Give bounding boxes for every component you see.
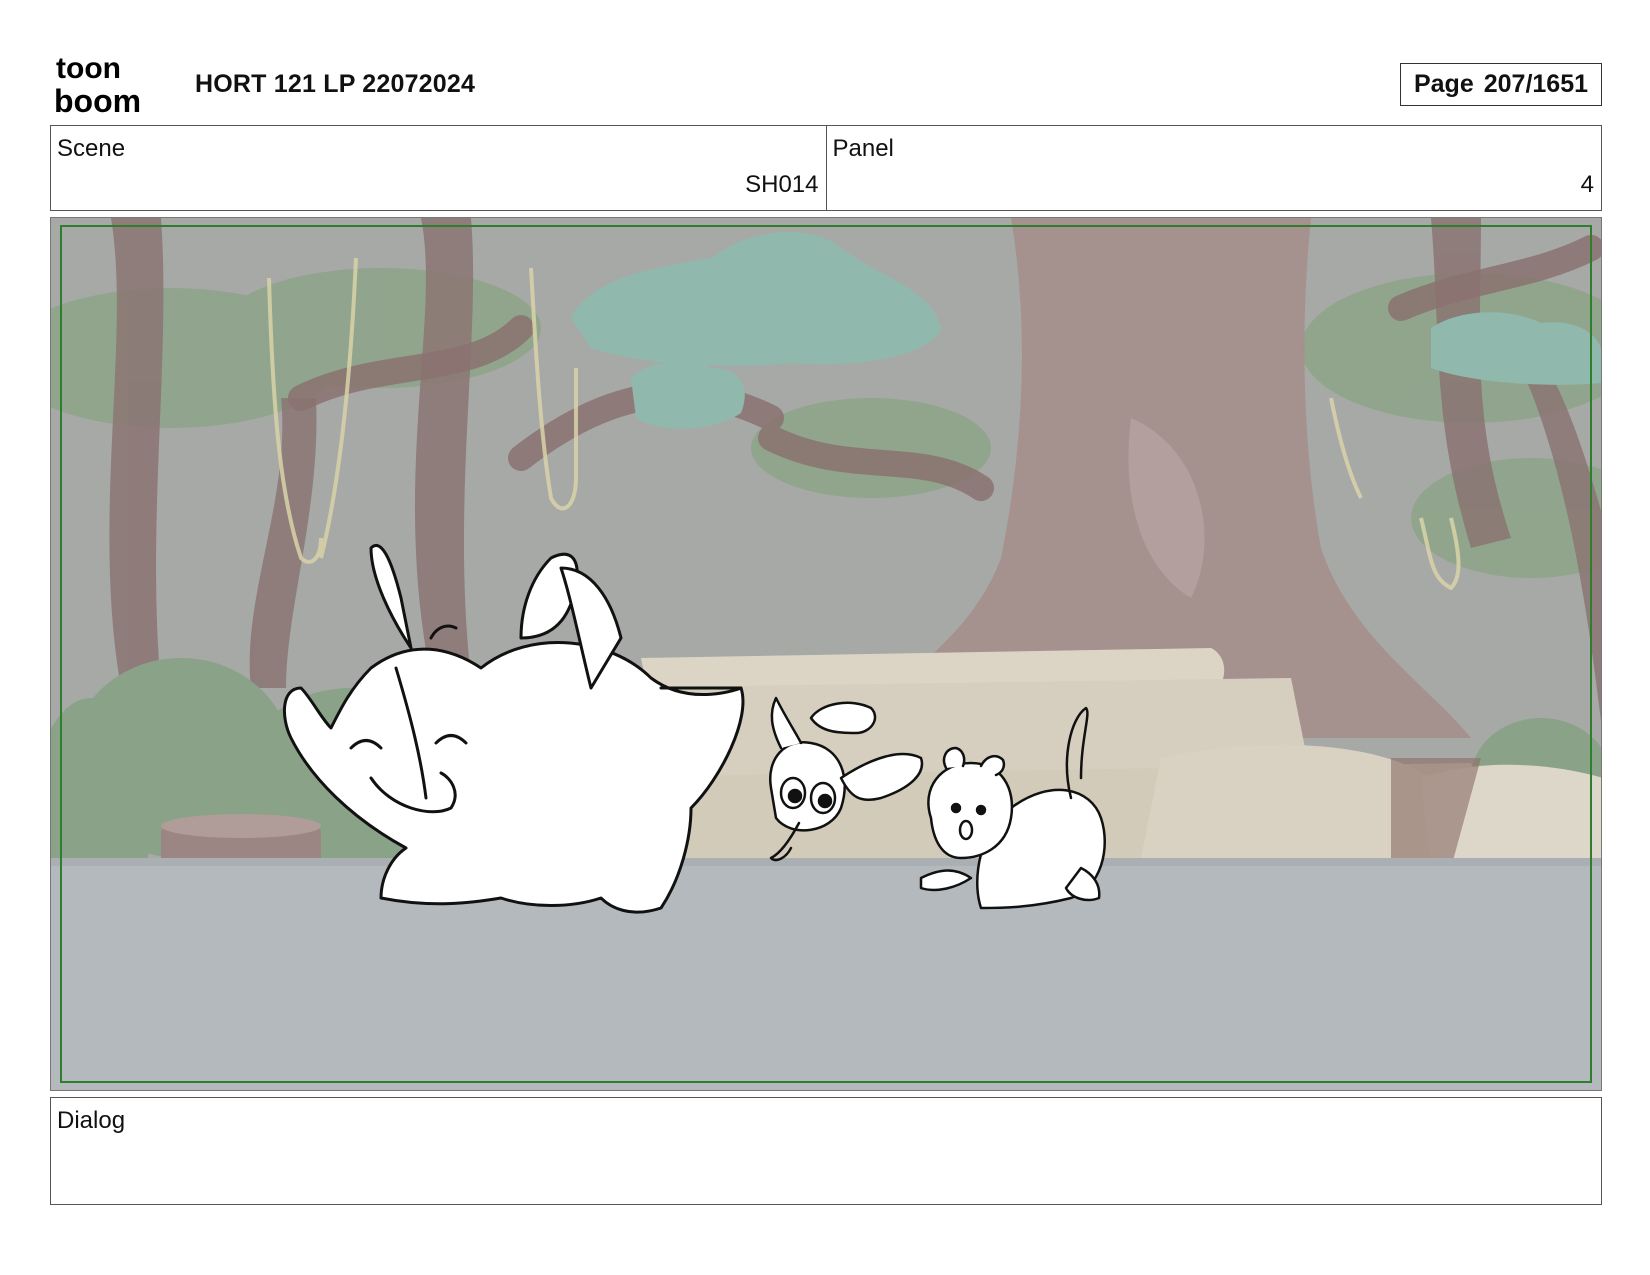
panel-artwork: [51, 218, 1601, 1090]
scene-label: Scene: [57, 135, 126, 162]
logo-text-bottom: boom: [54, 83, 141, 116]
scene-value: SH014: [745, 171, 819, 198]
toonboom-logo: toon boom: [54, 52, 141, 116]
dialog-box: Dialog: [50, 1097, 1602, 1205]
panel-label: Panel: [832, 135, 894, 162]
panel-value: 4: [1580, 171, 1594, 198]
dialog-label: Dialog: [57, 1107, 126, 1134]
document-title: HORT 121 LP 22072024: [195, 70, 476, 98]
storyboard-panel: [50, 217, 1602, 1091]
logo-text-top: toon: [56, 52, 121, 85]
page-indicator: Page 207/1651: [1400, 63, 1602, 106]
scene-panel-row: Scene SH014 Panel 4: [50, 125, 1602, 211]
panel-cell: Panel 4: [825, 126, 1602, 210]
page-label: Page: [1413, 70, 1474, 98]
scene-cell: Scene SH014: [51, 126, 826, 210]
page-value: 207/1651: [1483, 70, 1589, 98]
